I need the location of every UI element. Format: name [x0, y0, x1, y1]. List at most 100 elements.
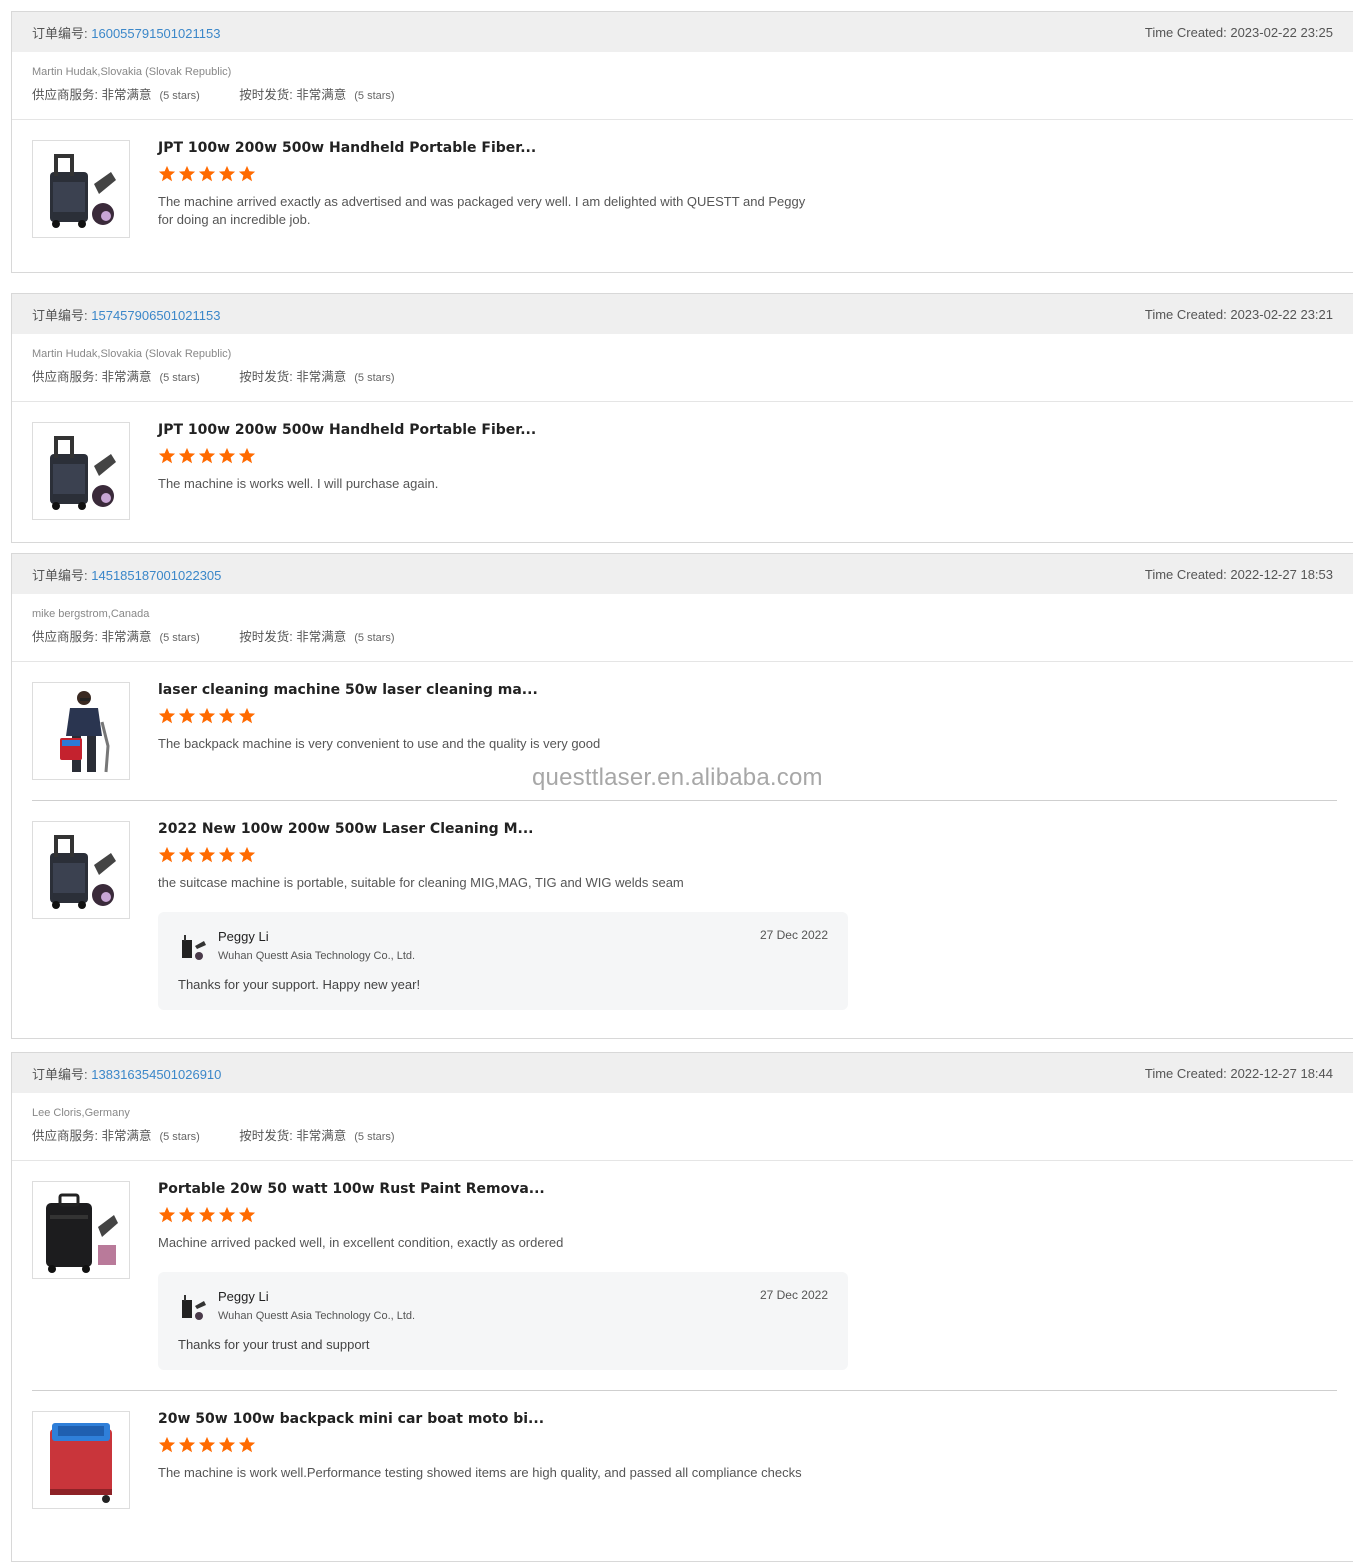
seller-company: Wuhan Questt Asia Technology Co., Ltd. [218, 950, 416, 962]
star-icon [178, 165, 196, 182]
order-card: 订单编号: 157457906501021153 Time Created: 2… [11, 293, 1353, 543]
product-thumbnail[interactable] [32, 682, 130, 780]
star-icon [158, 846, 176, 863]
star-icon [238, 1436, 256, 1453]
star-rating [158, 1206, 808, 1226]
product-thumbnail[interactable] [32, 821, 130, 919]
supplier-service-rating: 供应商服务: 非常满意 [32, 88, 152, 102]
supplier-service-stars: (5 stars) [159, 90, 200, 102]
star-icon [198, 846, 216, 863]
product-title[interactable]: JPT 100w 200w 500w Handheld Portable Fib… [158, 422, 808, 439]
star-icon [198, 165, 216, 182]
star-icon [218, 165, 236, 182]
star-icon [178, 846, 196, 863]
star-icon [198, 1436, 216, 1453]
buyer-name: Martin Hudak,Slovakia (Slovak Republic) [32, 66, 232, 78]
seller-ratings: 供应商服务: 非常满意 (5 stars) 按时发货: 非常满意 (5 stars) [32, 87, 1333, 104]
review-text: the suitcase machine is portable, suitab… [158, 875, 684, 890]
product-title[interactable]: JPT 100w 200w 500w Handheld Portable Fib… [158, 140, 808, 157]
reply-text: Thanks for your trust and support [178, 1337, 370, 1352]
order-card: 订单编号: 160055791501021153 Time Created: 2… [11, 11, 1353, 273]
review-text: Machine arrived packed well, in excellen… [158, 1235, 564, 1250]
order-number-link[interactable]: 138316354501026910 [91, 1067, 221, 1082]
order-card: 订单编号: 145185187001022305 Time Created: 2… [11, 553, 1353, 1039]
review-text: The backpack machine is very convenient … [158, 736, 601, 751]
star-rating [158, 846, 808, 866]
seller-reply: Peggy Li Wuhan Questt Asia Technology Co… [158, 1272, 848, 1370]
time-created: Time Created: 2022-12-27 18:53 [1144, 566, 1333, 582]
review-item: Portable 20w 50 watt 100w Rust Paint Rem… [12, 1161, 1353, 1390]
watermark: questtlaser.en.alibaba.com [532, 764, 823, 791]
suitcase-laser-image [50, 835, 116, 909]
time-created: Time Created: 2023-02-22 23:25 [1144, 24, 1333, 40]
buyer-name: mike bergstrom,Canada [32, 608, 150, 620]
on-time-shipment-stars: (5 stars) [354, 372, 395, 384]
order-header: 订单编号: 157457906501021153 Time Created: 2… [12, 294, 1353, 334]
supplier-service-rating: 供应商服务: 非常满意 [32, 1129, 152, 1143]
star-icon [198, 707, 216, 724]
supplier-service-stars: (5 stars) [159, 632, 200, 644]
star-rating [158, 447, 808, 467]
rugged-case-laser-image [46, 1193, 118, 1273]
star-icon [218, 1436, 236, 1453]
reply-date: 27 Dec 2022 [759, 928, 828, 942]
seller-company: Wuhan Questt Asia Technology Co., Ltd. [218, 1310, 416, 1322]
seller-ratings: 供应商服务: 非常满意 (5 stars) 按时发货: 非常满意 (5 stars) [32, 369, 1333, 386]
backpack-laser-operator-image [60, 691, 110, 773]
review-item: 2022 New 100w 200w 500w Laser Cleaning M… [12, 801, 1353, 1030]
star-icon [218, 707, 236, 724]
order-header: 订单编号: 160055791501021153 Time Created: 2… [12, 12, 1353, 52]
suitcase-laser-image [50, 436, 116, 510]
seller-name: Peggy Li [218, 929, 269, 944]
red-backpack-laser-image [50, 1423, 112, 1503]
on-time-shipment-stars: (5 stars) [354, 1131, 395, 1143]
buyer-name: Lee Cloris,Germany [32, 1107, 130, 1119]
seller-ratings: 供应商服务: 非常满意 (5 stars) 按时发货: 非常满意 (5 stars) [32, 1128, 1333, 1145]
order-number-link[interactable]: 157457906501021153 [91, 308, 220, 323]
product-title[interactable]: Portable 20w 50 watt 100w Rust Paint Rem… [158, 1181, 808, 1198]
star-icon [238, 1206, 256, 1223]
product-title[interactable]: laser cleaning machine 50w laser cleanin… [158, 682, 808, 699]
buyer-name: Martin Hudak,Slovakia (Slovak Republic) [32, 348, 232, 360]
star-icon [218, 447, 236, 464]
star-rating [158, 1436, 808, 1456]
product-thumbnail[interactable] [32, 140, 130, 238]
star-icon [158, 707, 176, 724]
order-number-link[interactable]: 145185187001022305 [91, 568, 221, 583]
time-created: Time Created: 2022-12-27 18:44 [1144, 1065, 1333, 1081]
star-rating [158, 707, 808, 727]
review-item: 20w 50w 100w backpack mini car boat moto… [12, 1391, 1353, 1529]
order-number-label: 订单编号: [32, 1066, 88, 1082]
star-icon [158, 1206, 176, 1223]
order-number-label: 订单编号: [32, 307, 88, 323]
star-icon [218, 846, 236, 863]
star-icon [178, 447, 196, 464]
star-icon [158, 1436, 176, 1453]
seller-ratings: 供应商服务: 非常满意 (5 stars) 按时发货: 非常满意 (5 stars) [32, 629, 1333, 646]
product-title[interactable]: 2022 New 100w 200w 500w Laser Cleaning M… [158, 821, 808, 838]
on-time-shipment-rating: 按时发货: 非常满意 [239, 88, 347, 102]
order-card: 订单编号: 138316354501026910 Time Created: 2… [11, 1052, 1353, 1562]
review-item: JPT 100w 200w 500w Handheld Portable Fib… [12, 402, 1353, 540]
seller-avatar [182, 1295, 206, 1320]
star-rating [158, 165, 808, 185]
on-time-shipment-stars: (5 stars) [354, 90, 395, 102]
star-icon [198, 1206, 216, 1223]
star-icon [178, 1436, 196, 1453]
star-icon [178, 707, 196, 724]
product-title[interactable]: 20w 50w 100w backpack mini car boat moto… [158, 1411, 808, 1428]
product-thumbnail[interactable] [32, 1411, 130, 1509]
star-icon [238, 165, 256, 182]
on-time-shipment-rating: 按时发货: 非常满意 [239, 1129, 347, 1143]
star-icon [238, 846, 256, 863]
order-number-link[interactable]: 160055791501021153 [91, 26, 220, 41]
product-thumbnail[interactable] [32, 422, 130, 520]
star-icon [178, 1206, 196, 1223]
seller-reply: Peggy Li Wuhan Questt Asia Technology Co… [158, 912, 848, 1010]
star-icon [238, 707, 256, 724]
product-thumbnail[interactable] [32, 1181, 130, 1279]
review-item: JPT 100w 200w 500w Handheld Portable Fib… [12, 120, 1353, 258]
seller-avatar [182, 935, 206, 960]
time-created: Time Created: 2023-02-22 23:21 [1144, 306, 1333, 322]
reply-text: Thanks for your support. Happy new year! [178, 977, 421, 992]
